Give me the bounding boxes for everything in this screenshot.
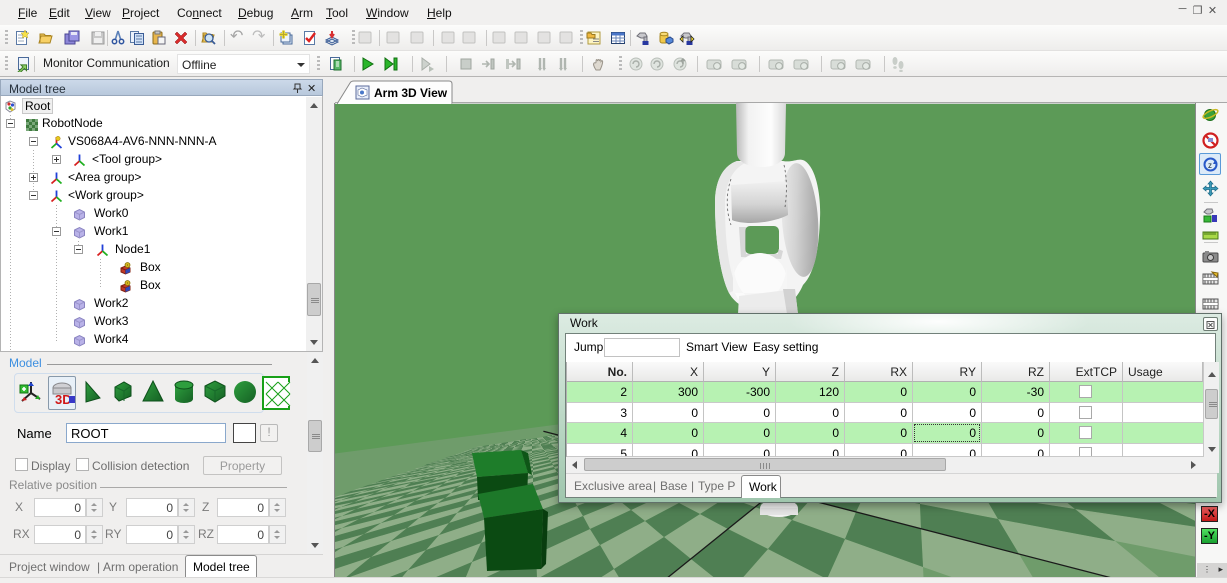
svg-text:z: z	[1208, 161, 1212, 170]
svg-text:Arm 3D View: Arm 3D View	[374, 86, 448, 100]
